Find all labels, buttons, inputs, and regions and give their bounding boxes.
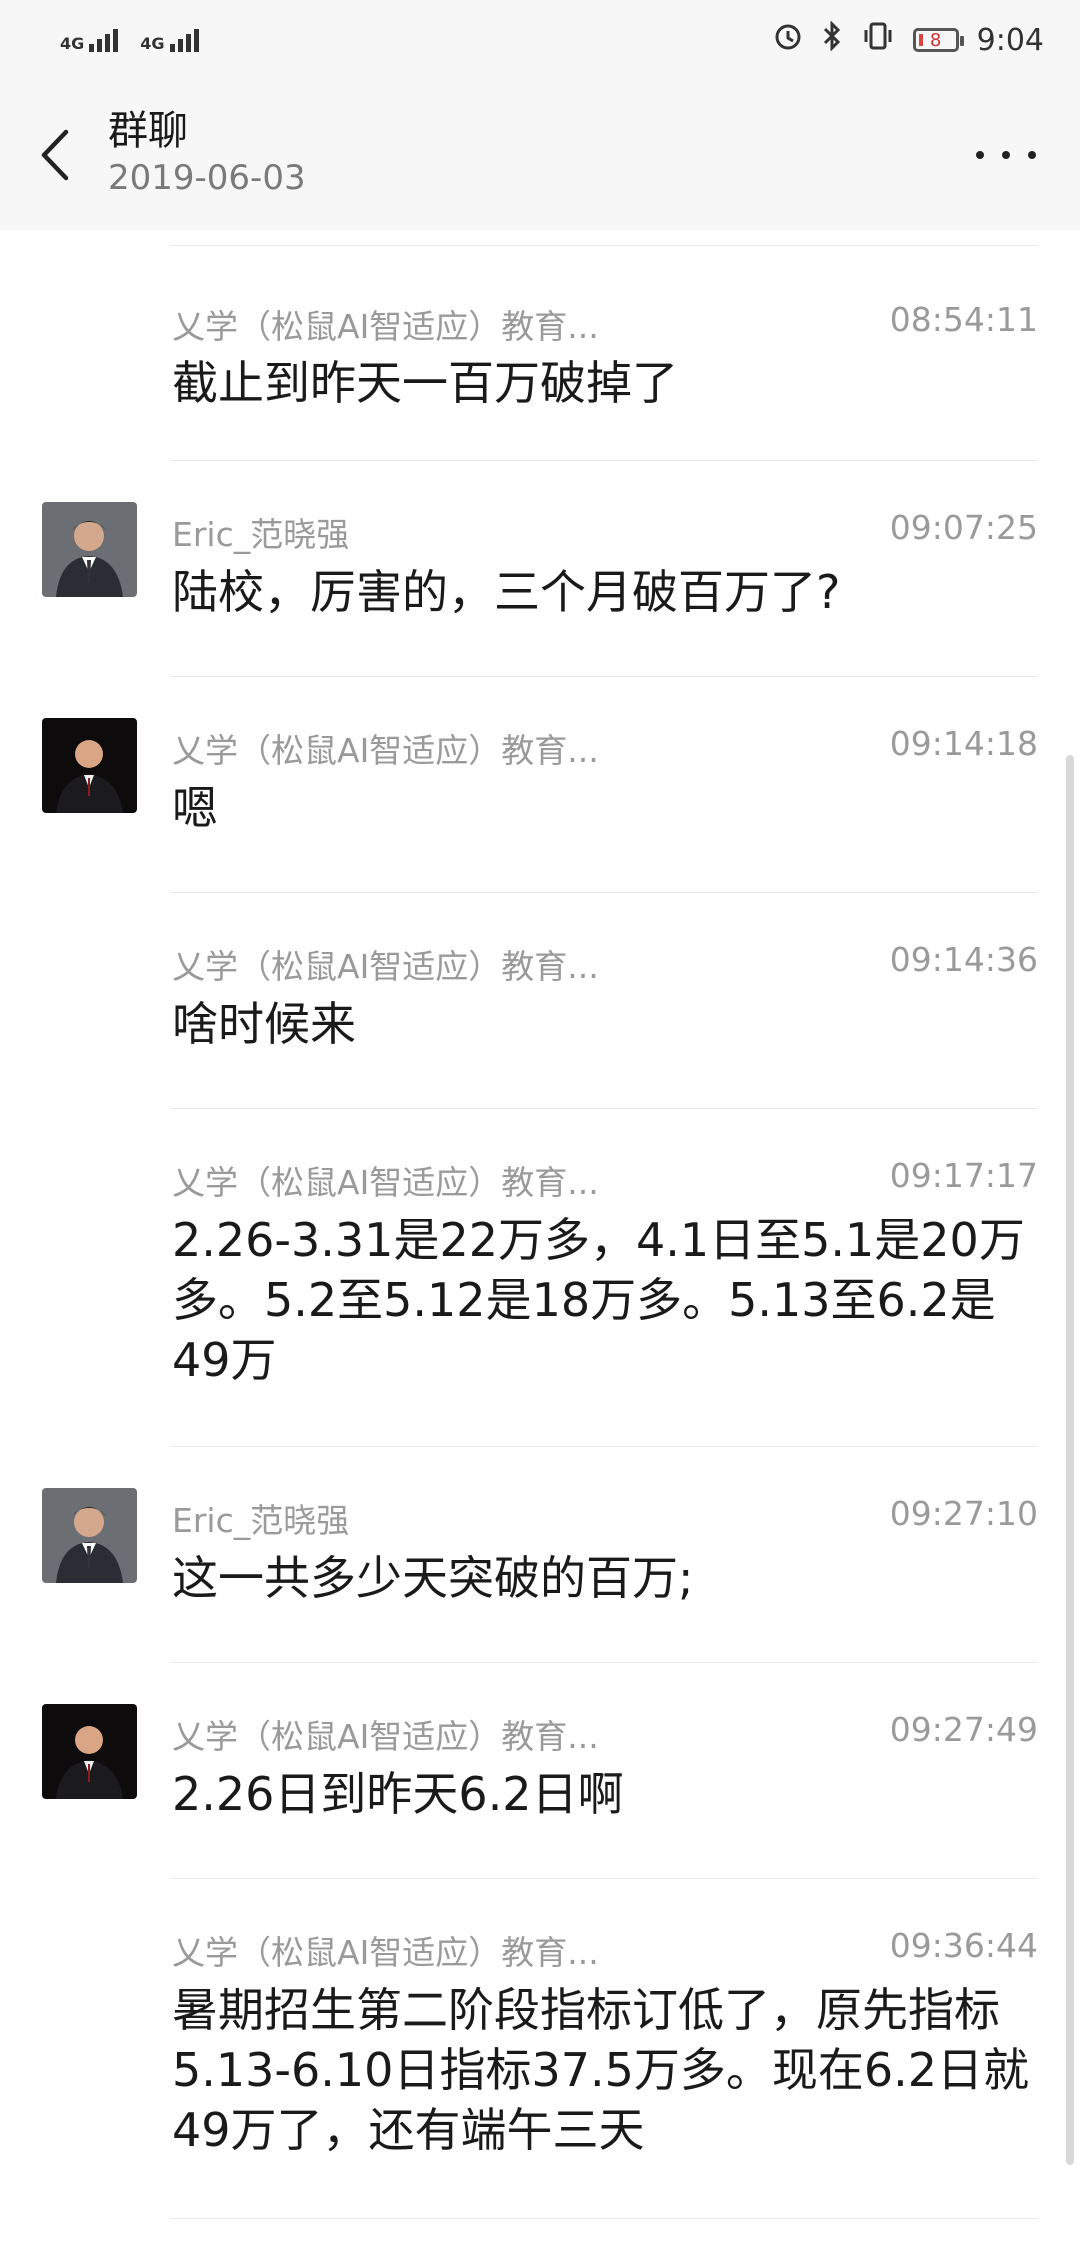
more-options-button[interactable] [976,130,1036,180]
status-bar: 4G 4G 8 9:04 [0,0,1080,80]
chat-date: 2019-06-03 [108,158,306,198]
avatar-yixue[interactable] [42,1704,137,1799]
message-sender: Eric_范晓强 [172,515,350,554]
message-sender: 乂学（松鼠AI智适应）教育... [172,947,599,986]
message-time: 09:17:17 [889,1156,1038,1195]
avatar-eric[interactable] [42,502,137,597]
message-item[interactable]: 乂学（松鼠AI智适应）教育... 09:27:49 2.26日到昨天6.2日啊 [0,1662,1080,1878]
message-time: 09:14:36 [889,940,1038,979]
back-arrow-icon [41,129,69,181]
message-text: 2.26日到昨天6.2日啊 [172,1767,624,1821]
message-sender: Eric_范晓强 [172,1501,350,1540]
cellular-signal-icon-2: 4G [140,28,199,53]
message-item[interactable]: Eric_范晓强 09:27:10 这一共多少天突破的百万; [0,1446,1080,1662]
message-item[interactable]: 乂学（松鼠AI智适应）教育... 09:17:17 2.26-3.31是22万多… [0,1108,1080,1446]
message-sender: 乂学（松鼠AI智适应）教育... [172,1163,599,1202]
message-text: 暑期招生第二阶段指标订低了，原先指标5.13-6.10日指标37.5万多。现在6… [172,1983,1030,2157]
message-item[interactable]: 乂学（松鼠AI智适应）教育... 09:14:36 啥时候来 [0,892,1080,1108]
message-item[interactable]: Eric_范晓强 09:07:25 陆校，厉害的，三个月破百万了? [0,460,1080,676]
message-text: 这一共多少天突破的百万; [172,1551,694,1605]
more-dots-icon [976,151,984,159]
vibrate-icon [861,21,895,59]
bluetooth-icon [821,20,843,59]
message-time: 09:36:44 [889,1926,1038,1965]
avatar-yixue[interactable] [42,718,137,813]
battery-icon: 8 [912,28,964,52]
message-list[interactable]: 乂学（松鼠AI智适应）教育... 08:54:11 截止到昨天一百万破掉了 Er… [0,230,1080,2244]
chat-title: 群聊 [108,108,188,154]
back-button[interactable] [30,120,80,190]
message-text: 啥时候来 [172,997,356,1051]
message-text: 截止到昨天一百万破掉了 [172,356,678,410]
message-item[interactable]: 乂学（松鼠AI智适应）教育... 08:54:11 截止到昨天一百万破掉了 [0,245,1080,461]
message-sender: 乂学（松鼠AI智适应）教育... [172,731,599,770]
message-text: 2.26-3.31是22万多，4.1日至5.1是20万多。5.2至5.12是18… [172,1213,1025,1387]
message-time: 09:27:10 [889,1494,1038,1533]
message-item[interactable]: 乂学（松鼠AI智适应）教育... 09:14:18 嗯 [0,676,1080,892]
message-time: 09:27:49 [889,1710,1038,1749]
message-sender: 乂学（松鼠AI智适应）教育... [172,307,599,346]
network-type: 4G [60,33,85,53]
message-item[interactable]: 乂学（松鼠AI智适应）教育... 09:36:44 暑期招生第二阶段指标订低了，… [0,1878,1080,2218]
battery-level: 8 [929,29,942,51]
message-time: 08:54:11 [889,300,1038,339]
scrollbar[interactable] [1066,755,1074,2165]
message-time: 09:07:25 [889,508,1038,547]
network-type-2: 4G [140,33,165,53]
alarm-icon [773,21,803,59]
avatar-eric[interactable] [42,1488,137,1583]
cellular-signal-icon: 4G [60,28,119,53]
chat-header: 群聊 2019-06-03 [0,80,1080,230]
message-text: 嗯 [172,781,218,835]
message-sender: 乂学（松鼠AI智适应）教育... [172,1933,599,1972]
message-sender: 乂学（松鼠AI智适应）教育... [172,1717,599,1756]
clock: 9:04 [976,22,1044,58]
message-text: 陆校，厉害的，三个月破百万了? [172,565,841,619]
message-time: 09:14:18 [889,724,1038,763]
